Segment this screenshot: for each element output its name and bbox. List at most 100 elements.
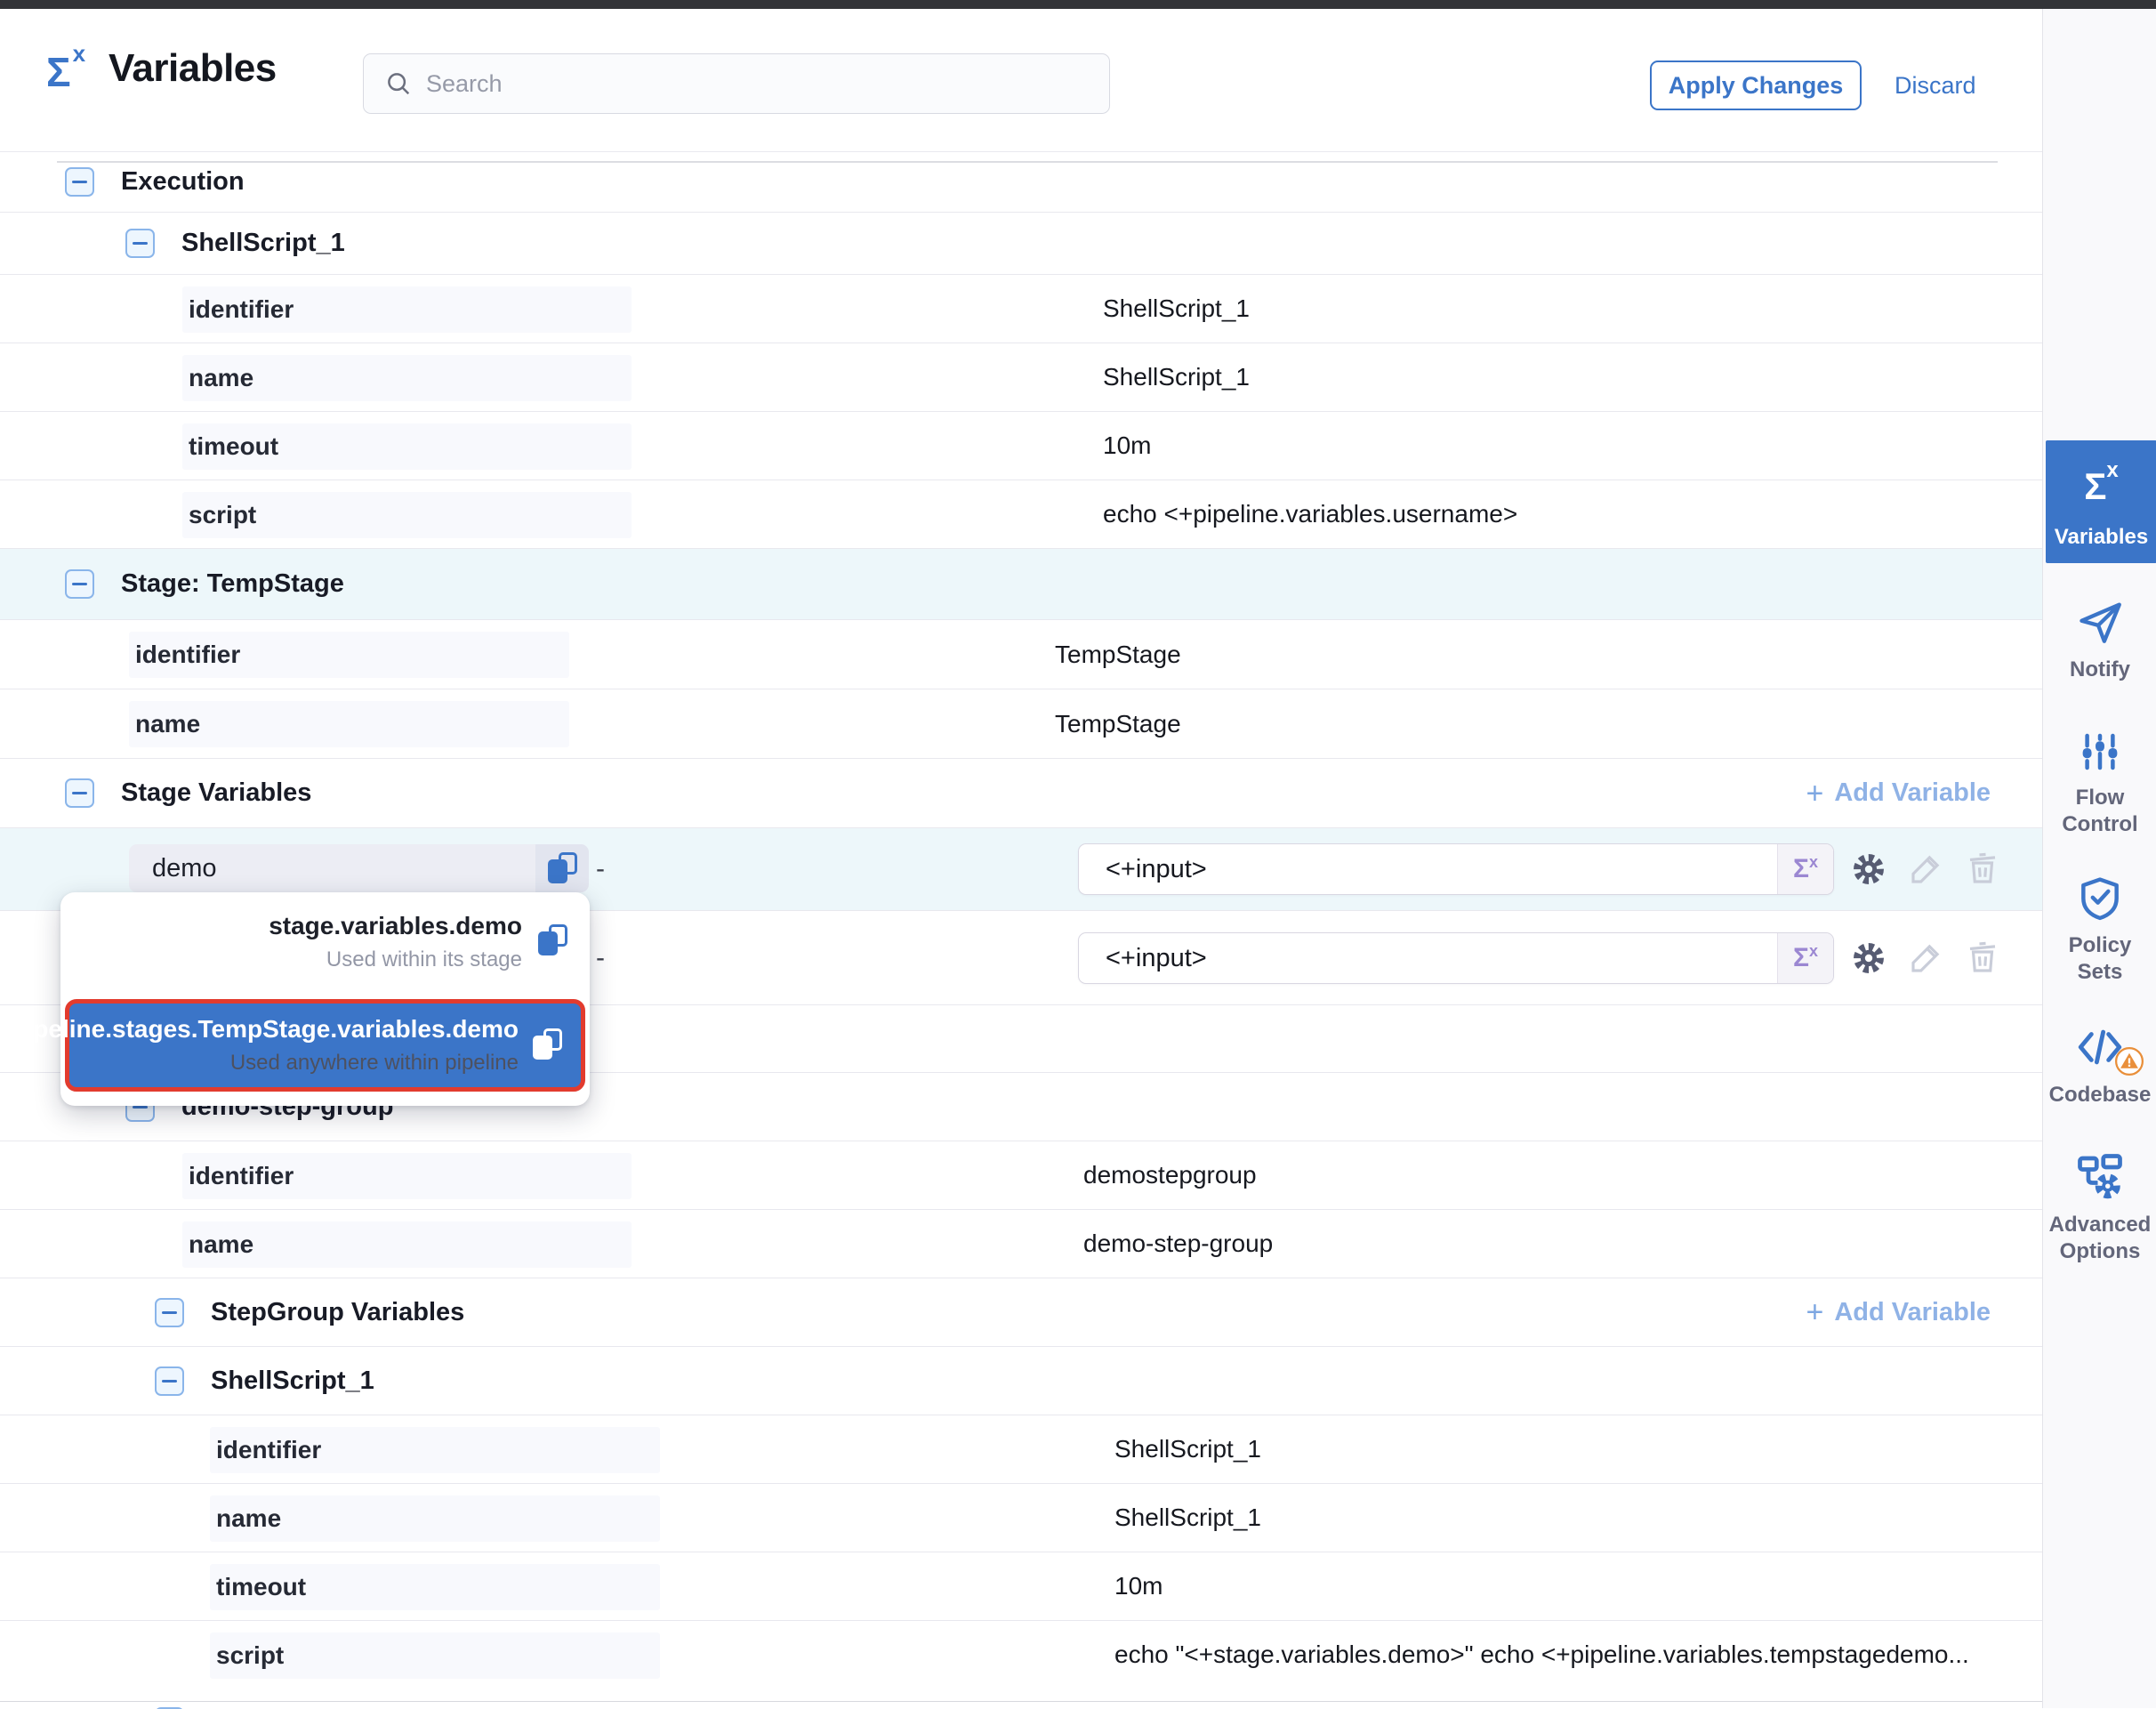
search-input[interactable]: Search [363,53,1110,114]
copy-icon[interactable] [531,1028,563,1060]
sidebar-item-advanced-options[interactable]: Advanced Options [2043,1149,2156,1265]
copy-icon[interactable] [536,924,568,956]
table-row-kv: timeout 10m [0,1552,2042,1620]
table-row-kv: script echo "<+stage.variables.demo>" ec… [0,1620,2042,1689]
value-text: ShellScript_1 [1103,343,1250,411]
table-row-shellscript1: ShellScript_1 [0,212,2042,274]
variables-tree-table: Execution ShellScript_1 identifier Shell… [0,151,2042,1689]
discard-button[interactable]: Discard [1895,60,1976,110]
table-row-kv: script echo <+pipeline.variables.usernam… [0,480,2042,548]
sidebar-item-label: Advanced [2043,1212,2156,1238]
codebase-warning-icon [2114,1046,2144,1076]
key-label: name [189,364,253,392]
key-label: identifier [216,1436,321,1464]
delete-trash-icon[interactable] [1964,850,2001,888]
key-field: timeout [182,423,632,470]
collapse-icon[interactable] [125,229,155,258]
variable-value: <+input> [1106,944,1777,973]
key-label: script [189,501,256,529]
sidebar-item-flow-control[interactable]: Flow Control [2043,728,2156,838]
plus-icon: + [1806,778,1823,809]
table-row-kv: name demo-step-group [0,1209,2042,1278]
expression-option-pipeline-scope[interactable]: pipeline.stages.TempStage.variables.demo… [65,999,585,1092]
delete-trash-icon[interactable] [1964,939,2001,977]
table-row-kv: name ShellScript_1 [0,1483,2042,1552]
table-row-shellscript1-nested: ShellScript_1 [0,1346,2042,1415]
key-field: script [182,492,632,538]
copy-variable-button[interactable] [535,844,589,892]
sidebar-item-label: Notify [2043,657,2156,683]
flow-control-sliders-icon [2076,728,2124,776]
section-label: ShellScript_1 [211,1366,374,1396]
sidebar-item-label: Variables [2046,524,2156,551]
value-text: demostepgroup [1083,1141,1257,1209]
advanced-options-icon [2073,1149,2127,1203]
sidebar-item-notify[interactable]: Notify [2043,596,2156,683]
sidebar-item-policy-sets[interactable]: Policy Sets [2043,874,2156,986]
key-field: identifier [182,1153,632,1199]
collapse-icon[interactable] [65,778,94,808]
collapse-icon[interactable] [155,1366,184,1396]
key-label: identifier [189,1162,294,1190]
variable-name-field[interactable]: demo [129,844,589,892]
key-field: name [182,1221,632,1268]
value-text: echo <+pipeline.variables.username> [1103,480,1517,548]
key-field: identifier [129,632,569,678]
variable-value-input[interactable]: <+input> Σx [1078,843,1834,895]
expression-scope: Used within its stage [326,947,522,972]
collapse-icon[interactable] [65,569,94,599]
key-label: timeout [189,432,278,461]
add-variable-button[interactable]: +Add Variable [1806,1278,1991,1346]
section-label: Stage Variables [121,778,311,808]
table-row-kv: identifier ShellScript_1 [0,1415,2042,1483]
key-field: script [210,1632,660,1679]
section-label: ShellScript_1 [181,229,345,258]
sigma-glyph: Σ [46,49,71,95]
sidebar-item-codebase[interactable]: Codebase [2043,1021,2156,1108]
sidebar-item-label: Options [2043,1238,2156,1265]
value-text: 10m [1114,1552,1162,1620]
apply-changes-button[interactable]: Apply Changes [1650,60,1862,110]
edit-pencil-icon[interactable] [1907,850,1944,888]
key-label: name [216,1504,281,1533]
key-label: identifier [189,295,294,324]
variable-type-dash: - [596,911,605,1004]
variable-expression-popover: stage.variables.demo Used within its sta… [60,892,590,1106]
settings-gear-icon[interactable] [1850,939,1887,977]
variable-name: demo [152,854,535,883]
page-title: Variables [109,46,277,91]
table-row-kv: name TempStage [0,689,2042,758]
variable-value: <+input> [1106,855,1777,884]
search-icon [385,70,412,97]
sigma-sup-glyph: x [2106,458,2118,482]
settings-gear-icon[interactable] [1850,850,1887,888]
value-text: TempStage [1055,620,1181,689]
key-field: identifier [182,286,632,333]
value-text: 10m [1103,412,1151,480]
edit-pencil-icon[interactable] [1907,939,1944,977]
value-text: ShellScript_1 [1114,1484,1261,1552]
expression-option-stage-scope[interactable]: stage.variables.demo Used within its sta… [60,892,590,992]
sigma-glyph: Σ [1793,854,1809,884]
key-label: timeout [216,1573,306,1601]
section-label: Execution [121,167,245,197]
sigma-glyph: Σ [2084,465,2106,507]
runtime-input-button[interactable]: Σx [1777,844,1833,894]
value-text: ShellScript_1 [1114,1415,1261,1483]
copy-icon [546,852,578,884]
table-row-stage-variables: Stage Variables +Add Variable [0,758,2042,827]
collapse-icon[interactable] [65,167,94,197]
runtime-input-button[interactable]: Σx [1777,933,1833,983]
sidebar-item-label: Control [2043,811,2156,838]
sidebar-item-variables[interactable]: Σx Variables [2046,440,2156,563]
pipeline-right-sidebar: Σx Variables Notify Flow Control Policy … [2042,9,2156,1708]
expression-path: stage.variables.demo [269,912,522,940]
key-field: name [129,701,569,747]
policy-shield-check-icon [2075,874,2125,923]
window-top-strip [0,0,2156,9]
collapse-icon[interactable] [155,1298,184,1327]
add-variable-button[interactable]: +Add Variable [1806,759,1991,827]
variable-value-input[interactable]: <+input> Σx [1078,932,1834,984]
table-row-execution: Execution [0,151,2042,212]
table-row-kv: timeout 10m [0,411,2042,480]
